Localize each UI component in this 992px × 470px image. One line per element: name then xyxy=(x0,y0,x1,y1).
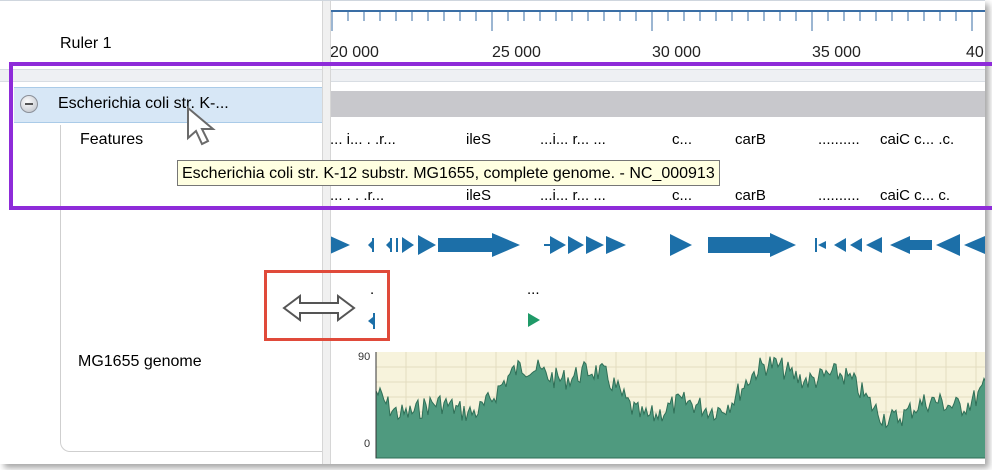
green-feature-row xyxy=(368,313,540,329)
ruler-ticks xyxy=(331,11,973,31)
ruler-tick-label: 30 000 xyxy=(652,44,701,61)
ruler-tick-label: 25 000 xyxy=(492,44,541,61)
feature-arrow-rev xyxy=(936,234,960,256)
ruler-svg: 20 000 25 000 30 000 35 000 40 xyxy=(330,10,985,61)
gc-content-graph[interactable]: 90 0 xyxy=(330,346,985,464)
feature-arrow-green xyxy=(528,313,540,327)
feature-arrow xyxy=(550,236,566,254)
y-axis-min-label: 0 xyxy=(364,438,370,450)
gc-graph-svg: 90 0 xyxy=(358,351,985,459)
feature-arrow-rev xyxy=(964,236,985,254)
highlight-box-purple xyxy=(9,62,992,210)
ruler-tick-label: 20 000 xyxy=(330,44,379,61)
feature-arrow-rev xyxy=(834,238,846,252)
feature-arrow xyxy=(606,236,626,254)
feature-arrow xyxy=(418,235,436,255)
horizontal-resize-icon xyxy=(282,294,356,322)
y-axis-max-label: 90 xyxy=(358,351,370,363)
blue-feature-row xyxy=(330,233,985,257)
feature-arrows[interactable] xyxy=(330,201,985,341)
feature-arrow xyxy=(568,236,584,254)
feature-arrow-rev xyxy=(866,237,882,253)
feature-arrow xyxy=(330,236,350,254)
feature-arrow xyxy=(670,234,692,256)
ruler-track[interactable]: 20 000 25 000 30 000 35 000 40 xyxy=(330,1,985,69)
ruler-tick-label: 40 xyxy=(966,44,984,61)
feature-arrow-ileS xyxy=(438,233,520,257)
ruler-label: Ruler 1 xyxy=(60,35,112,52)
feature-arrow-rev xyxy=(850,238,862,252)
ruler-tick-label: 35 000 xyxy=(812,44,861,61)
feature-arrow xyxy=(586,236,604,254)
feature-arrow-caiC xyxy=(890,236,932,254)
genome-track-label: MG1655 genome xyxy=(78,353,202,370)
feature-arrow-carB xyxy=(708,233,796,257)
